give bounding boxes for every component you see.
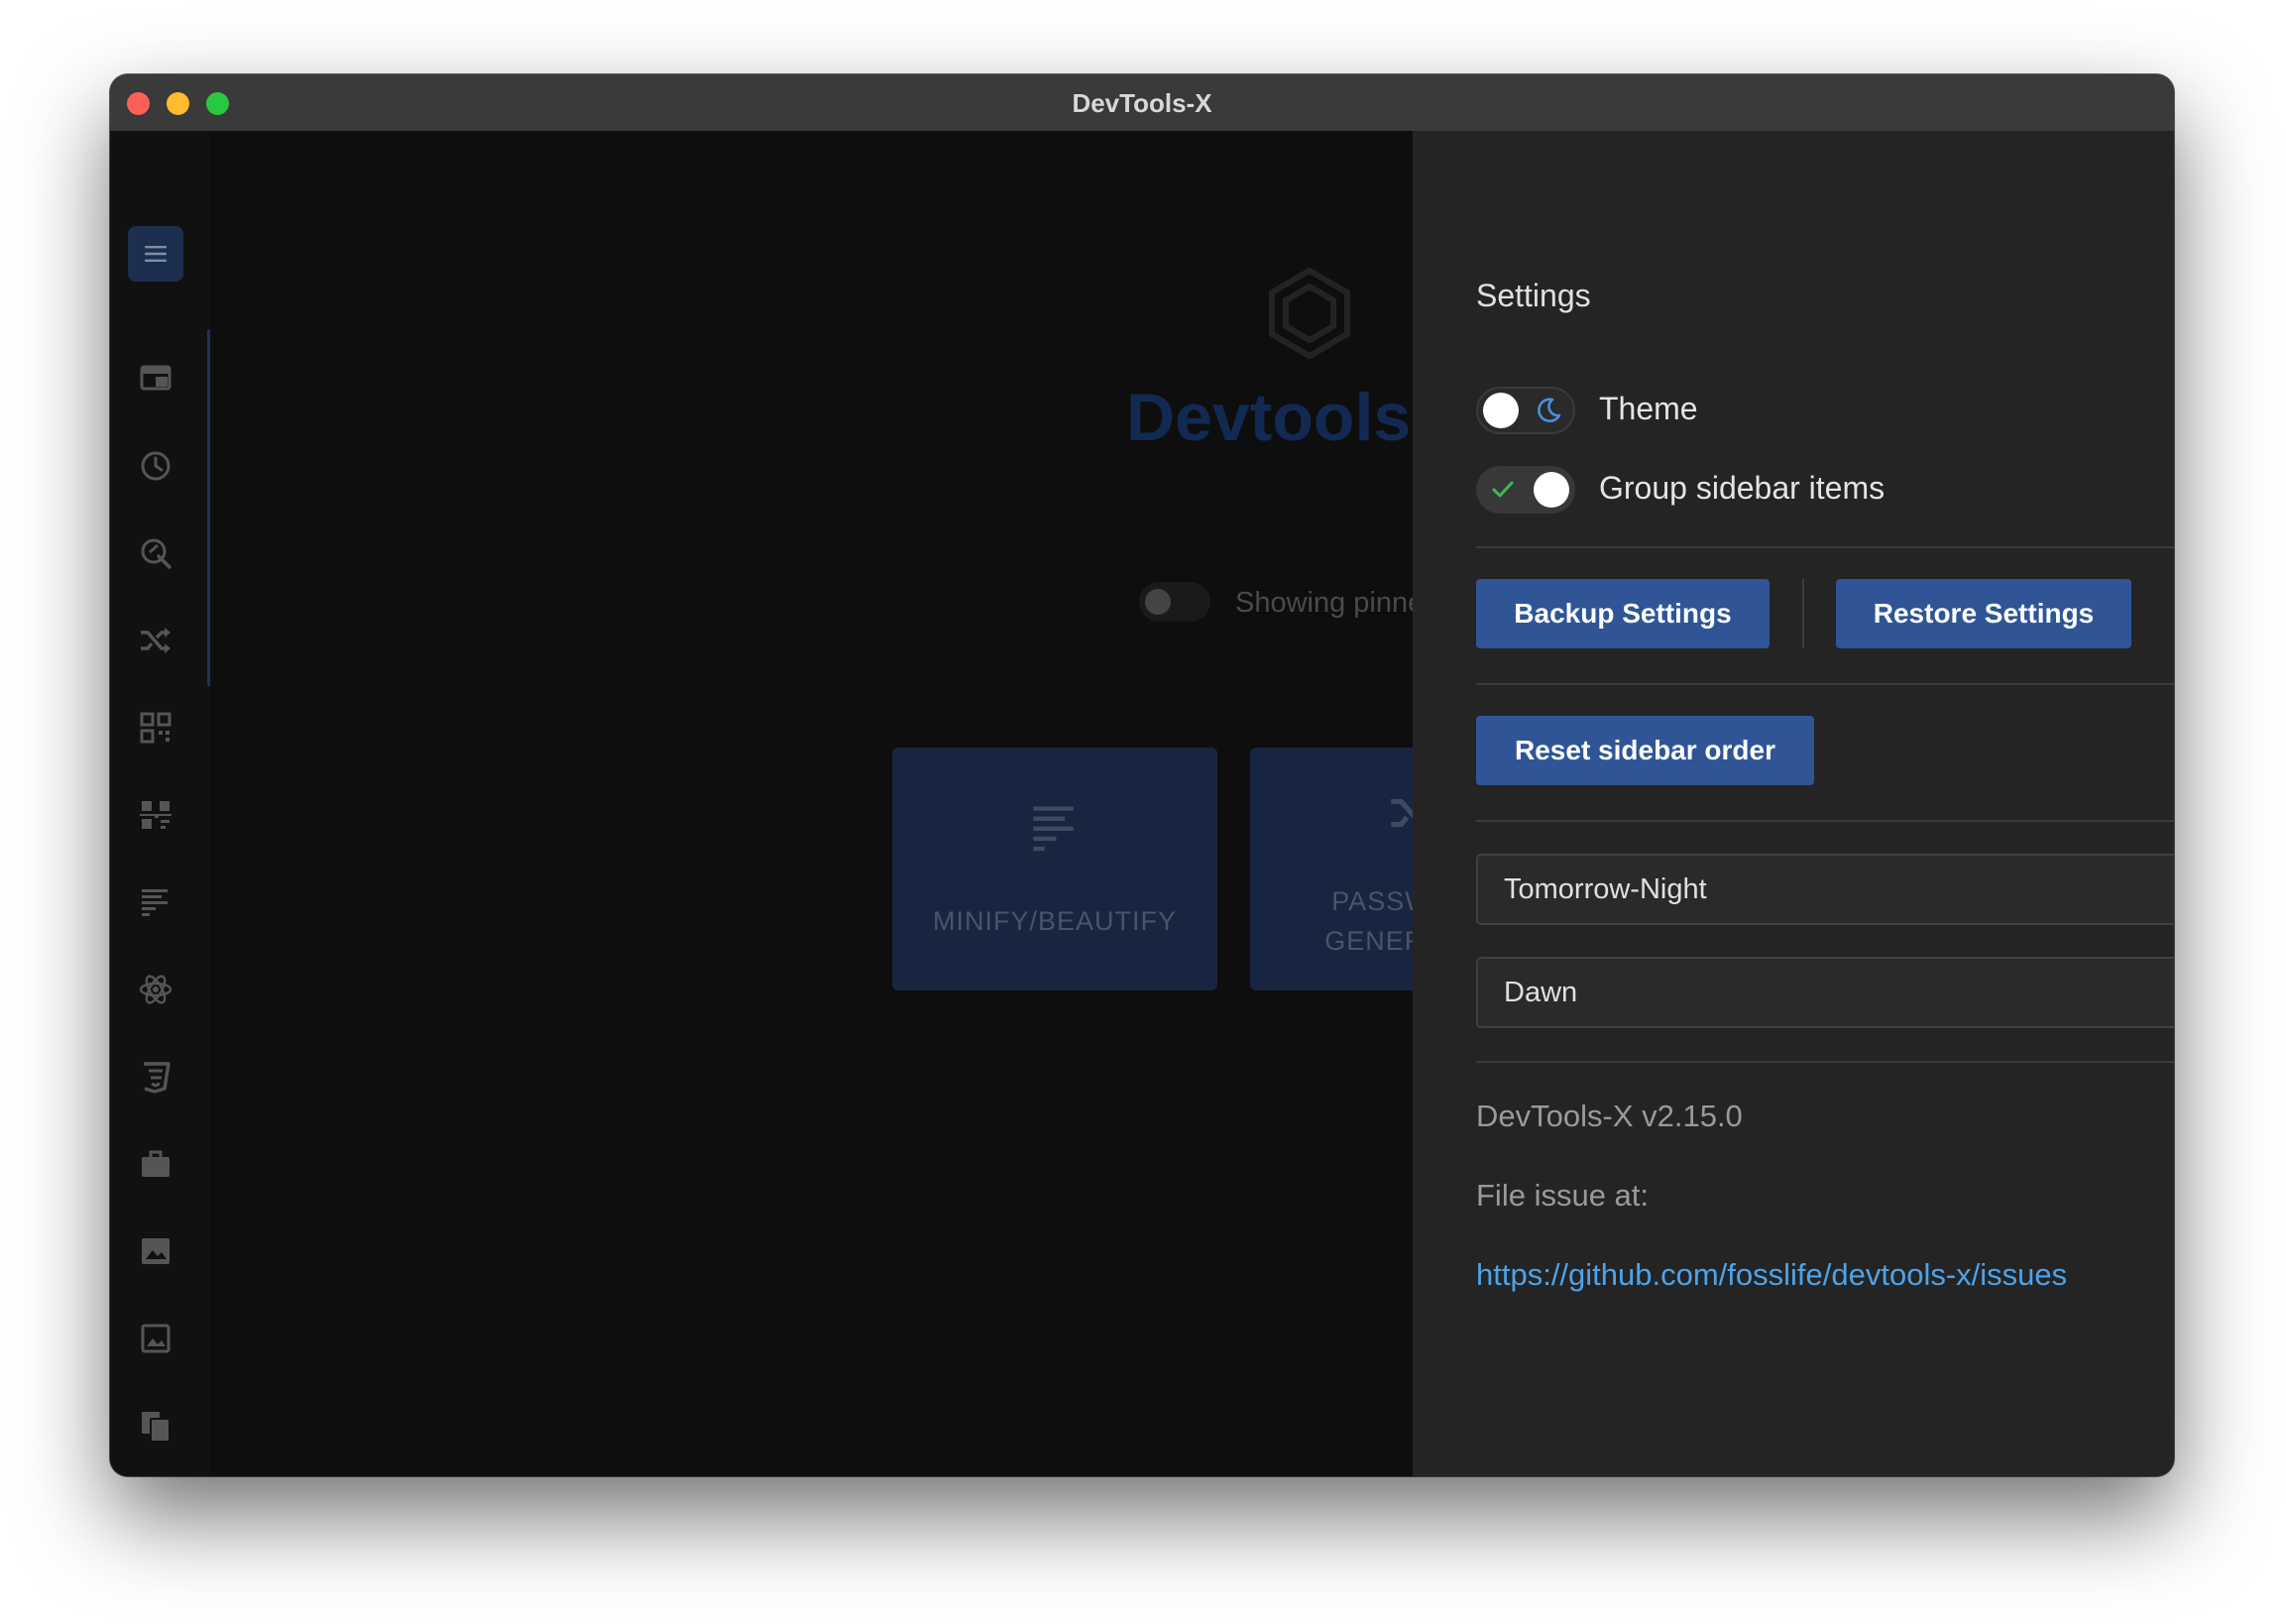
- shuffle-icon[interactable]: [138, 623, 173, 658]
- toggle-knob: [1145, 589, 1171, 615]
- backup-settings-button[interactable]: Backup Settings: [1476, 579, 1770, 648]
- vertical-divider: [1802, 579, 1804, 648]
- shuffle-icon: [1391, 798, 1413, 828]
- devtools-logo-icon: [1269, 267, 1350, 360]
- light-theme-select[interactable]: Dawn: [1476, 957, 2174, 1028]
- main-content: Devtools Showing pinned MINIF: [210, 131, 1413, 1476]
- toggle-knob: [1483, 393, 1519, 428]
- divider: [1476, 683, 2174, 685]
- card-label-line-2: GENERATOR: [1324, 926, 1413, 956]
- image-icon[interactable]: [138, 1233, 173, 1269]
- search-check-icon[interactable]: [138, 535, 173, 571]
- browser-window-icon[interactable]: [138, 360, 173, 396]
- card-label-line-1: PASSWORD: [1331, 886, 1413, 916]
- select-value: Dawn: [1504, 977, 1578, 1008]
- brand-title: Devtools: [1126, 380, 1412, 455]
- briefcase-icon[interactable]: [138, 1146, 173, 1182]
- window-title: DevTools-X: [1072, 88, 1212, 118]
- divider: [1476, 820, 2174, 822]
- text-align-icon: [1033, 806, 1074, 852]
- image-frame-icon[interactable]: [138, 1321, 173, 1356]
- toggle-knob: [1534, 472, 1569, 508]
- reset-sidebar-order-button[interactable]: Reset sidebar order: [1476, 716, 1814, 785]
- showing-pinned-toggle[interactable]: [1139, 582, 1210, 622]
- select-value: Tomorrow-Night: [1504, 873, 1707, 905]
- sidebar-menu-button[interactable]: [128, 226, 183, 282]
- issues-link[interactable]: https://github.com/fosslife/devtools-x/i…: [1476, 1257, 2067, 1293]
- settings-panel: Settings Theme Group sidebar items Backu…: [1413, 131, 2174, 1476]
- copy-files-icon[interactable]: [138, 1408, 173, 1444]
- divider: [1476, 1061, 2174, 1063]
- react-atom-icon[interactable]: [138, 972, 173, 1007]
- text-align-icon[interactable]: [138, 884, 173, 920]
- app-version: DevTools-X v2.15.0: [1476, 1099, 1743, 1133]
- sidebar: [110, 131, 211, 1476]
- theme-toggle[interactable]: [1476, 387, 1575, 434]
- tool-card-password-generator[interactable]: PASSWORD GENERATOR: [1250, 748, 1413, 990]
- card-label: MINIFY/BEAUTIFY: [932, 906, 1178, 936]
- menu-icon: [145, 246, 167, 262]
- showing-pinned-label: Showing pinned: [1235, 587, 1413, 619]
- theme-label: Theme: [1599, 391, 1698, 426]
- app-window: DevTools-X Devtools Showing pinn MINIFY/…: [110, 74, 2174, 1476]
- settings-title: Settings: [1476, 278, 1591, 313]
- barcode-scan-icon[interactable]: [138, 797, 173, 833]
- tool-card-minify-beautify[interactable]: MINIFY/BEAUTIFY: [892, 748, 1217, 990]
- editor-theme-select[interactable]: Tomorrow-Night: [1476, 854, 2174, 925]
- restore-settings-button[interactable]: Restore Settings: [1836, 579, 2131, 648]
- moon-icon: [1538, 398, 1561, 422]
- check-icon: [1492, 481, 1514, 498]
- title-bar: DevTools-X: [110, 74, 2174, 132]
- css3-icon[interactable]: [138, 1059, 173, 1095]
- qr-code-icon[interactable]: [138, 710, 173, 746]
- group-sidebar-label: Group sidebar items: [1599, 470, 1886, 506]
- group-sidebar-toggle[interactable]: [1476, 466, 1575, 514]
- file-issue-label: File issue at:: [1476, 1178, 1650, 1213]
- divider: [1476, 546, 2174, 548]
- clock-icon[interactable]: [138, 448, 173, 484]
